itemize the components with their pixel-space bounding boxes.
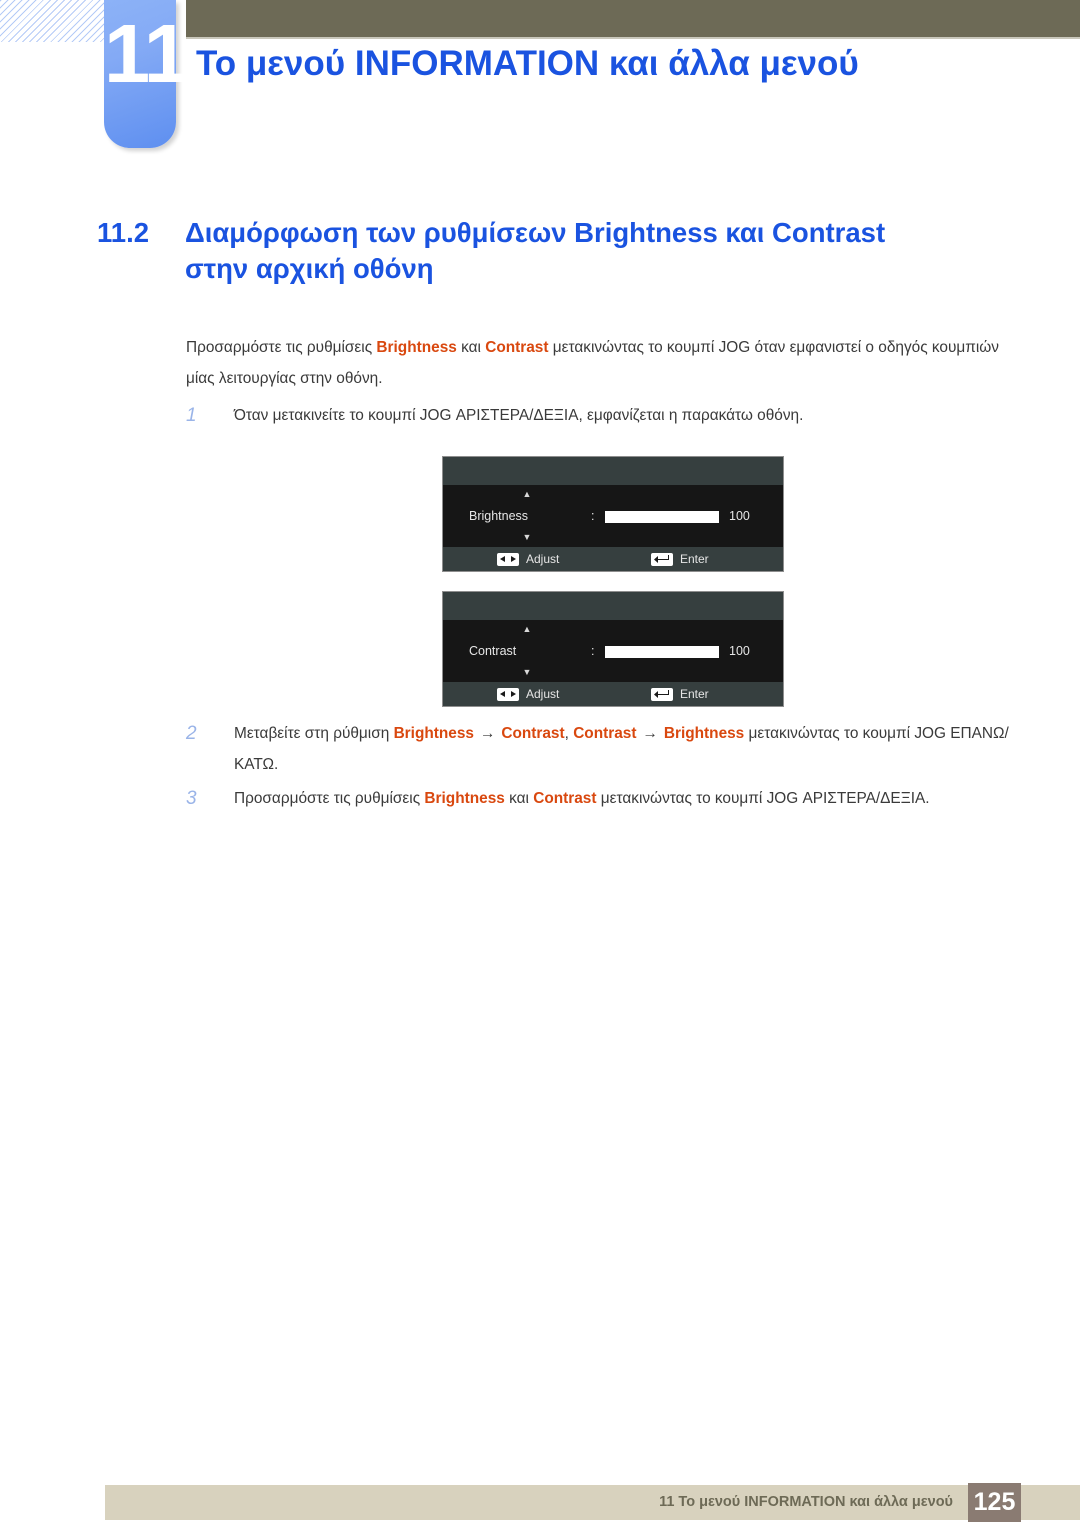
- osd-hint-enter-label: Enter: [680, 552, 709, 566]
- header-olive-bar: [186, 0, 1080, 37]
- step2-separator: ,: [564, 725, 574, 742]
- step3-part2: και: [504, 790, 534, 807]
- step2-arrow-1: →: [479, 725, 496, 742]
- step-item-2: 2 Μεταβείτε στη ρύθμιση Brightness → Contr…: [186, 718, 1016, 780]
- osd-hint-adjust-label: Adjust: [526, 552, 560, 566]
- step-number-2: 2: [186, 723, 197, 744]
- step2-keyword-1: Brightness: [393, 725, 474, 742]
- osd-slider-fill: [606, 647, 718, 657]
- osd-panel-contrast: ▲ Contrast : 100 ▼ Adjust Enter: [443, 592, 783, 706]
- step2-keyword-2: Contrast: [501, 725, 565, 742]
- section-title-line2: στην αρχική οθόνη: [185, 253, 434, 284]
- osd-body: ▲ Brightness : 100 ▼: [443, 485, 783, 547]
- caret-down-icon: ▼: [522, 532, 532, 542]
- caret-down-icon: ▼: [522, 667, 532, 677]
- left-right-arrows-icon: [497, 552, 519, 566]
- step-number-3: 3: [186, 788, 197, 809]
- osd-hint-adjust-label: Adjust: [526, 687, 560, 701]
- osd-hint-adjust: Adjust: [497, 682, 559, 706]
- section-heading: 11.2 Διαμόρφωση των ρυθμίσεων Brightness …: [97, 215, 1002, 287]
- step3-keyword-brightness: Brightness: [424, 790, 505, 807]
- osd-slider-track[interactable]: [605, 646, 719, 658]
- chapter-badge: 11: [104, 0, 190, 148]
- step3-keyword-contrast: Contrast: [533, 790, 597, 807]
- osd-body: ▲ Contrast : 100 ▼: [443, 620, 783, 682]
- step-item-1: 1 Όταν μετακινείτε το κουμπί JOG ΑΡΙΣΤΕΡ…: [186, 400, 1016, 431]
- step3-part3: μετακινώντας το κουμπί JOG ΑΡΙΣΤΕΡΑ/ΔΕΞΙ…: [596, 790, 930, 807]
- left-right-arrows-icon: [497, 687, 519, 701]
- osd-colon: :: [591, 644, 595, 658]
- osd-hint-enter: Enter: [651, 547, 709, 571]
- osd-setting-label: Brightness: [469, 509, 529, 523]
- step2-keyword-4: Brightness: [663, 725, 745, 742]
- page-number: 125: [973, 1488, 1016, 1516]
- osd-setting-row: Brightness : 100: [443, 505, 783, 527]
- intro-keyword-brightness: Brightness: [376, 339, 457, 356]
- step-number-1: 1: [186, 405, 197, 426]
- step-item-3: 3 Προσαρμόστε τις ρυθμίσεις Brightness κ…: [186, 783, 1016, 814]
- osd-setting-row: Contrast : 100: [443, 640, 783, 662]
- osd-top-strip: [443, 457, 783, 485]
- osd-hint-enter-label: Enter: [680, 687, 709, 701]
- step2-arrow-2: →: [642, 725, 658, 742]
- intro-paragraph: Προσαρμόστε τις ρυθμίσεις Brightness και…: [186, 332, 1016, 394]
- osd-footer: Adjust Enter: [443, 682, 783, 706]
- osd-hint-enter: Enter: [651, 682, 709, 706]
- header-olive-bar-underline: [186, 37, 1080, 39]
- osd-hint-adjust: Adjust: [497, 547, 559, 571]
- intro-text-part2: και: [456, 339, 486, 356]
- enter-return-icon: [651, 552, 673, 566]
- decorative-hatch-pattern: [0, 0, 108, 42]
- chapter-title: Το μενού INFORMATION και άλλα μενού: [196, 44, 859, 83]
- step2-part1: Μεταβείτε στη ρύθμιση: [234, 725, 394, 742]
- osd-setting-value: 100: [729, 644, 750, 658]
- osd-setting-label: Contrast: [469, 644, 517, 658]
- section-number: 11.2: [97, 217, 150, 248]
- enter-return-icon: [651, 687, 673, 701]
- page-number-badge: 125: [968, 1483, 1021, 1522]
- caret-up-icon: ▲: [522, 624, 532, 634]
- osd-top-strip: [443, 592, 783, 620]
- step-text-3: Προσαρμόστε τις ρυθμίσεις Brightness και…: [234, 783, 1016, 814]
- step2-keyword-3: Contrast: [573, 725, 637, 742]
- section-title-line1: Διαμόρφωση των ρυθμίσεων Brightness και …: [185, 217, 886, 248]
- intro-keyword-contrast: Contrast: [485, 339, 549, 356]
- osd-setting-value: 100: [729, 509, 750, 523]
- footer-chapter-label: 11 Το μενού INFORMATION και άλλα μενού: [659, 1494, 953, 1510]
- step-text-1: Όταν μετακινείτε το κουμπί JOG ΑΡΙΣΤΕΡΑ/…: [234, 407, 804, 424]
- intro-text-part1: Προσαρμόστε τις ρυθμίσεις: [186, 339, 377, 356]
- osd-colon: :: [591, 509, 595, 523]
- osd-panel-brightness: ▲ Brightness : 100 ▼ Adjust Enter: [443, 457, 783, 571]
- caret-up-icon: ▲: [522, 489, 532, 499]
- step3-part1: Προσαρμόστε τις ρυθμίσεις: [234, 790, 425, 807]
- osd-slider-fill: [606, 512, 718, 522]
- osd-slider-track[interactable]: [605, 511, 719, 523]
- osd-footer: Adjust Enter: [443, 547, 783, 571]
- footer-bar: 11 Το μενού INFORMATION και άλλα μενού: [105, 1485, 1080, 1520]
- chapter-number: 11: [104, 7, 190, 100]
- step-text-2: Μεταβείτε στη ρύθμιση Brightness → Contras…: [234, 718, 1016, 780]
